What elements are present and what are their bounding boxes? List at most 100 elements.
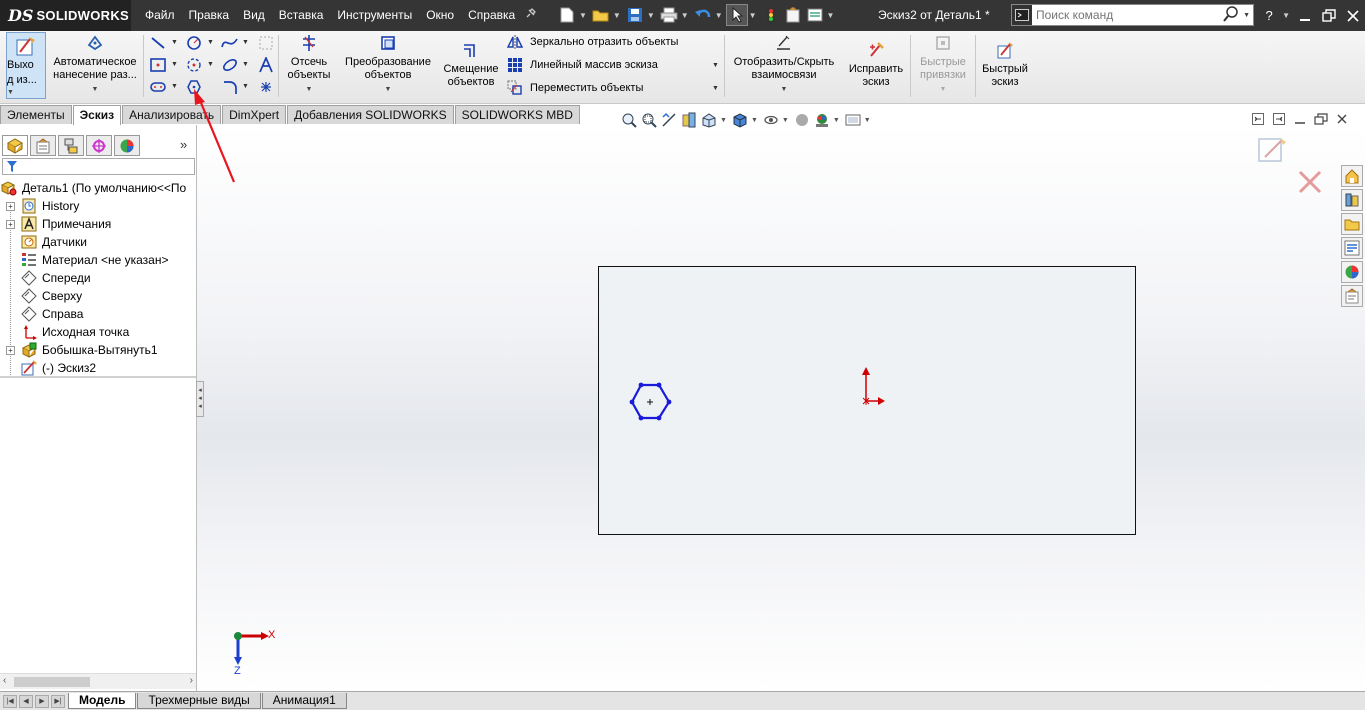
smart-dimension-dropdown-icon[interactable]: ▼ bbox=[92, 86, 99, 93]
hide-show-dropdown-icon[interactable]: ▼ bbox=[782, 117, 789, 124]
search-commands-box[interactable]: ▼ bbox=[1011, 4, 1254, 26]
options-dropdown-icon[interactable]: ▼ bbox=[827, 11, 835, 20]
rectangle-tool-icon[interactable] bbox=[148, 55, 168, 75]
file-explorer-icon[interactable] bbox=[1341, 213, 1363, 235]
hexagon-sketch[interactable] bbox=[629, 382, 672, 421]
select-dropdown-icon[interactable]: ▼ bbox=[749, 11, 757, 20]
arc-dropdown-icon[interactable]: ▼ bbox=[207, 61, 214, 68]
rebuild-icon[interactable] bbox=[760, 4, 782, 26]
expand-icon[interactable]: + bbox=[6, 220, 15, 229]
tree-item-history[interactable]: + History bbox=[0, 197, 196, 215]
save-dropdown-icon[interactable]: ▼ bbox=[647, 11, 655, 20]
next-tab-icon[interactable]: ▶ bbox=[35, 695, 49, 708]
menu-insert[interactable]: Вставка bbox=[272, 0, 331, 31]
displaymanager-icon[interactable] bbox=[114, 135, 140, 156]
viewport-close-icon[interactable] bbox=[1333, 110, 1351, 128]
menu-file[interactable]: Файл bbox=[138, 0, 182, 31]
restore-icon[interactable] bbox=[1317, 4, 1341, 28]
tab-solidworks-addins[interactable]: Добавления SOLIDWORKS bbox=[287, 105, 454, 124]
new-document-icon[interactable] bbox=[556, 4, 578, 26]
new-dropdown-icon[interactable]: ▼ bbox=[579, 11, 587, 20]
display-style-dropdown-icon[interactable]: ▼ bbox=[751, 117, 758, 124]
tree-item-sketch2[interactable]: (-) Эскиз2 bbox=[0, 359, 196, 377]
arc-tool-icon[interactable] bbox=[184, 55, 204, 75]
file-properties-icon[interactable] bbox=[782, 4, 804, 26]
tree-item-material[interactable]: Материал <не указан> bbox=[0, 251, 196, 269]
apply-scene-dropdown-icon[interactable]: ▼ bbox=[833, 117, 840, 124]
tab-sketch[interactable]: Эскиз bbox=[72, 105, 122, 125]
convert-entities-button[interactable]: Преобразование объектов ▼ bbox=[338, 34, 438, 96]
menu-view[interactable]: Вид bbox=[236, 0, 272, 31]
zoom-to-area-icon[interactable] bbox=[640, 111, 658, 129]
menu-window[interactable]: Окно bbox=[419, 0, 461, 31]
line-tool-icon[interactable] bbox=[148, 33, 168, 53]
tab-features[interactable]: Элементы bbox=[0, 105, 72, 124]
tree-item-boss-extrude[interactable]: + Бобышка-Вытянуть1 bbox=[0, 341, 196, 359]
tree-splitter[interactable] bbox=[0, 376, 196, 378]
tree-item-front-plane[interactable]: Спереди bbox=[0, 269, 196, 287]
tab-solidworks-mbd[interactable]: SOLIDWORKS MBD bbox=[454, 105, 580, 124]
slot-dropdown-icon[interactable]: ▼ bbox=[171, 83, 178, 90]
mirror-entities-button[interactable]: Зеркально отразить объекты bbox=[506, 32, 678, 52]
viewport-tile-icon[interactable] bbox=[1270, 110, 1288, 128]
offset-entities-button[interactable]: Смещение объектов bbox=[440, 41, 502, 89]
panel-horizontal-scrollbar[interactable]: ‹ › bbox=[0, 673, 196, 689]
open-folder-icon[interactable] bbox=[590, 4, 612, 26]
line-dropdown-icon[interactable]: ▼ bbox=[171, 39, 178, 46]
rapid-sketch-button[interactable]: Быстрый эскиз bbox=[978, 41, 1032, 89]
appearances-scenes-icon[interactable] bbox=[1341, 261, 1363, 283]
display-relations-button[interactable]: Отобразить/Скрыть взаимосвязи ▼ bbox=[728, 34, 840, 96]
open-dropdown-icon[interactable]: ▼ bbox=[613, 11, 621, 20]
tab-3d-views[interactable]: Трехмерные виды bbox=[137, 693, 261, 709]
menu-help[interactable]: Справка bbox=[461, 0, 522, 31]
repair-sketch-button[interactable]: Исправить эскиз bbox=[845, 41, 907, 89]
view-orientation-dropdown-icon[interactable]: ▼ bbox=[720, 117, 727, 124]
search-icon[interactable] bbox=[1223, 5, 1239, 25]
menu-tools[interactable]: Инструменты bbox=[330, 0, 419, 31]
exit-sketch-dropdown-icon[interactable]: ▼ bbox=[7, 89, 45, 96]
display-relations-dropdown-icon[interactable]: ▼ bbox=[781, 86, 788, 93]
last-tab-icon[interactable]: ▶| bbox=[51, 695, 65, 708]
cancel-sketch-icon[interactable] bbox=[1297, 169, 1323, 198]
search-dropdown-icon[interactable]: ▼ bbox=[1243, 12, 1250, 19]
tree-root-part[interactable]: Деталь1 (По умолчанию<<По bbox=[0, 179, 196, 197]
solidworks-logo[interactable]: DS SOLIDWORKS bbox=[0, 0, 131, 31]
construction-geometry-icon[interactable] bbox=[256, 33, 276, 53]
move-dropdown-icon[interactable]: ▼ bbox=[712, 85, 719, 92]
graphics-area[interactable]: X Z bbox=[197, 125, 1365, 691]
linear-pattern-dropdown-icon[interactable]: ▼ bbox=[712, 62, 719, 69]
tab-model[interactable]: Модель bbox=[68, 693, 137, 709]
viewport-restore-icon[interactable] bbox=[1312, 110, 1330, 128]
quick-snaps-button[interactable]: Быстрые привязки ▼ bbox=[914, 34, 972, 96]
custom-properties-icon[interactable] bbox=[1341, 285, 1363, 307]
ellipse-tool-icon[interactable] bbox=[220, 55, 240, 75]
close-icon[interactable] bbox=[1341, 4, 1365, 28]
edit-appearance-icon[interactable] bbox=[793, 111, 811, 129]
viewport-split-icon[interactable] bbox=[1249, 110, 1267, 128]
propertymanager-icon[interactable] bbox=[30, 135, 56, 156]
help-icon[interactable]: ? bbox=[1257, 4, 1281, 28]
ellipse-dropdown-icon[interactable]: ▼ bbox=[242, 61, 249, 68]
design-library-icon[interactable] bbox=[1341, 189, 1363, 211]
previous-tab-icon[interactable]: ◀ bbox=[19, 695, 33, 708]
solidworks-resources-icon[interactable] bbox=[1341, 165, 1363, 187]
slot-tool-icon[interactable] bbox=[148, 77, 168, 97]
move-entities-button[interactable]: Переместить объекты bbox=[506, 78, 643, 98]
dimxpertmanager-icon[interactable] bbox=[86, 135, 112, 156]
command-prompt-icon[interactable] bbox=[1012, 5, 1032, 25]
smart-dimension-button[interactable]: Автоматическое нанесение раз... ▼ bbox=[48, 34, 142, 96]
expand-icon[interactable]: + bbox=[6, 346, 15, 355]
trim-entities-button[interactable]: Отсечь объекты ▼ bbox=[282, 34, 336, 96]
trim-dropdown-icon[interactable]: ▼ bbox=[306, 86, 313, 93]
tree-item-right-plane[interactable]: Справа bbox=[0, 305, 196, 323]
pin-menu-icon[interactable] bbox=[524, 8, 537, 23]
save-icon[interactable] bbox=[624, 4, 646, 26]
help-dropdown-icon[interactable]: ▼ bbox=[1282, 11, 1290, 20]
tree-item-top-plane[interactable]: Сверху bbox=[0, 287, 196, 305]
exit-sketch-button[interactable]: Выхо д из... ▼ bbox=[6, 32, 46, 99]
viewport-minimize-icon[interactable] bbox=[1291, 110, 1309, 128]
circle-dropdown-icon[interactable]: ▼ bbox=[207, 39, 214, 46]
display-style-icon[interactable] bbox=[731, 111, 749, 129]
point-tool-icon[interactable] bbox=[256, 77, 276, 97]
scroll-left-icon[interactable]: ‹ bbox=[3, 675, 6, 686]
